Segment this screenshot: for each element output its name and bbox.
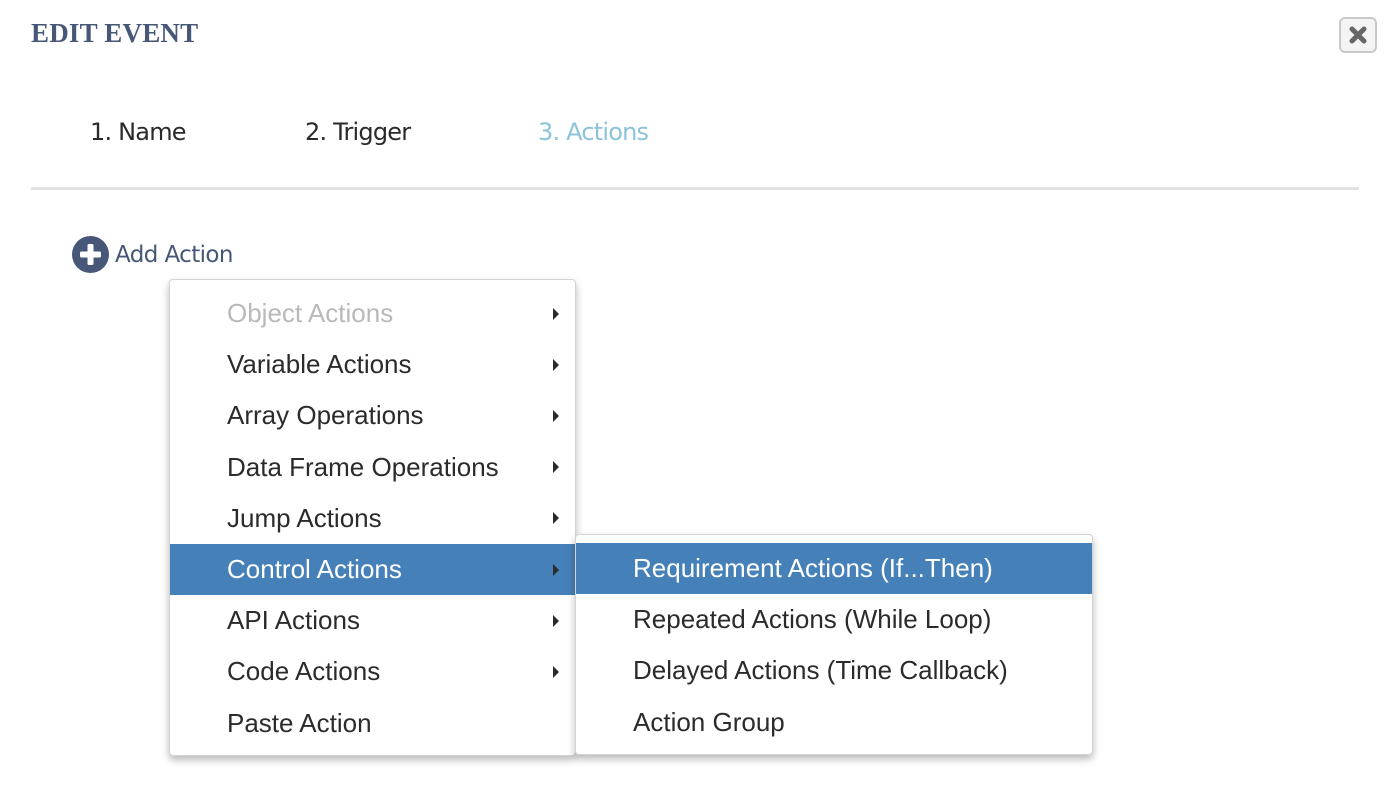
- menu-item-label: Array Operations: [227, 400, 424, 431]
- menu-item-jump-actions[interactable]: Jump Actions: [170, 493, 575, 544]
- tab-name[interactable]: 1. Name: [90, 118, 187, 146]
- submenu-arrow-icon: [553, 512, 559, 525]
- menu-item-label: API Actions: [227, 605, 360, 636]
- menu-item-api-actions[interactable]: API Actions: [170, 595, 575, 646]
- submenu-arrow-icon: [553, 614, 559, 627]
- submenu-item-delayed-actions[interactable]: Delayed Actions (Time Callback): [576, 645, 1092, 696]
- menu-item-data-frame-operations[interactable]: Data Frame Operations: [170, 442, 575, 493]
- menu-item-object-actions[interactable]: Object Actions: [170, 288, 575, 339]
- menu-item-paste-action[interactable]: Paste Action: [170, 698, 575, 749]
- menu-item-code-actions[interactable]: Code Actions: [170, 646, 575, 697]
- add-action-menu: Object Actions Variable Actions Array Op…: [169, 279, 576, 756]
- submenu-arrow-icon: [553, 563, 559, 576]
- menu-item-label: Paste Action: [227, 707, 372, 738]
- control-actions-submenu: Requirement Actions (If...Then) Repeated…: [575, 534, 1093, 755]
- menu-item-label: Data Frame Operations: [227, 451, 499, 482]
- submenu-item-repeated-actions[interactable]: Repeated Actions (While Loop): [576, 594, 1092, 645]
- submenu-arrow-icon: [553, 307, 559, 320]
- menu-item-array-operations[interactable]: Array Operations: [170, 390, 575, 441]
- menu-item-variable-actions[interactable]: Variable Actions: [170, 339, 575, 390]
- submenu-arrow-icon: [553, 409, 559, 422]
- menu-item-label: Variable Actions: [227, 349, 412, 380]
- menu-item-control-actions[interactable]: Control Actions: [170, 543, 575, 596]
- submenu-item-requirement-actions[interactable]: Requirement Actions (If...Then): [576, 543, 1092, 595]
- tab-actions[interactable]: 3. Actions: [538, 118, 649, 146]
- submenu-arrow-icon: [553, 461, 559, 474]
- tab-trigger[interactable]: 2. Trigger: [305, 118, 411, 146]
- menu-item-label: Jump Actions: [227, 502, 382, 533]
- plus-circle-icon: [72, 236, 109, 273]
- submenu-item-action-group[interactable]: Action Group: [576, 697, 1092, 748]
- submenu-arrow-icon: [553, 358, 559, 371]
- close-x-icon: [1349, 26, 1367, 44]
- wizard-tabs: 1. Name 2. Trigger 3. Actions: [0, 118, 1388, 158]
- submenu-arrow-icon: [553, 665, 559, 678]
- menu-item-label: Control Actions: [227, 553, 402, 584]
- menu-item-label: Object Actions: [227, 298, 394, 328]
- tabs-divider: [31, 187, 1359, 190]
- add-action-label: Add Action: [115, 241, 233, 268]
- dialog-title: EDIT EVENT: [31, 18, 199, 48]
- close-button[interactable]: [1339, 17, 1377, 53]
- add-action-button[interactable]: Add Action: [72, 236, 233, 273]
- menu-item-label: Code Actions: [227, 656, 381, 687]
